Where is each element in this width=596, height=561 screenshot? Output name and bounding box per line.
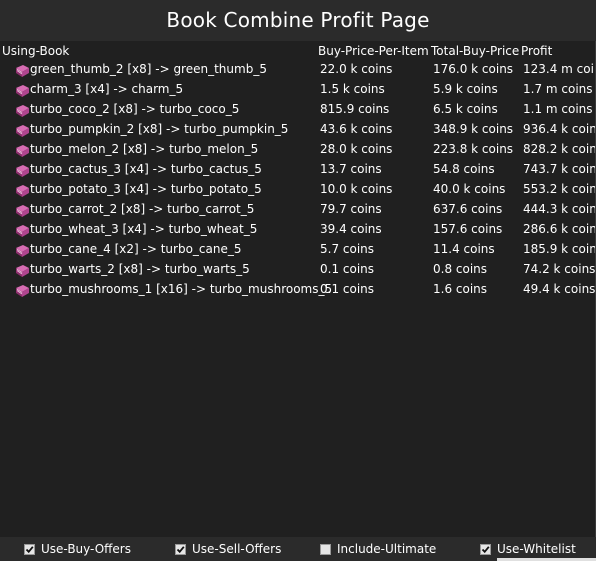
profit-cell: 49.4 k coins <box>523 282 596 296</box>
table-row[interactable]: turbo_cane_4 [x2] -> turbo_cane_5 5.7 coi… <box>0 240 596 260</box>
enchanted-book-icon <box>14 283 30 297</box>
enchanted-book-icon <box>14 123 30 137</box>
buy-price-cell: 1.5 k coins <box>320 82 385 96</box>
total-buy-price-cell: 1.6 coins <box>433 282 488 296</box>
use-sell-offers-label: Use-Sell-Offers <box>192 542 282 556</box>
profit-cell: 286.6 k coins <box>523 222 596 236</box>
enchanted-book-icon <box>14 83 30 97</box>
enchanted-book-icon <box>14 143 30 157</box>
table-row[interactable]: turbo_cactus_3 [x4] -> turbo_cactus_5 13.… <box>0 160 596 180</box>
profit-cell: 1.1 m coins <box>523 102 593 116</box>
total-buy-price-cell: 157.6 coins <box>433 222 503 236</box>
book-name-cell: turbo_cactus_3 [x4] -> turbo_cactus_5 <box>30 162 262 176</box>
enchanted-book-icon <box>14 223 30 237</box>
table-row[interactable]: charm_3 [x4] -> charm_5 1.5 k coins 5.9 k … <box>0 80 596 100</box>
enchanted-book-icon <box>14 163 30 177</box>
buy-price-cell: 0.1 coins <box>320 262 375 276</box>
table-row[interactable]: turbo_pumpkin_2 [x8] -> turbo_pumpkin_5 4… <box>0 120 596 140</box>
include-ultimate-checkbox[interactable] <box>320 543 331 555</box>
column-header-profit[interactable]: Profit <box>521 44 552 58</box>
profit-cell: 743.7 k coins <box>523 162 596 176</box>
total-buy-price-cell: 223.8 k coins <box>433 142 514 156</box>
buy-price-cell: 5.7 coins <box>320 242 375 256</box>
book-name-cell: turbo_pumpkin_2 [x8] -> turbo_pumpkin_5 <box>30 122 289 136</box>
buy-price-cell: 79.7 coins <box>320 202 382 216</box>
profit-cell: 444.3 k coins <box>523 202 596 216</box>
enchanted-book-icon <box>14 203 30 217</box>
book-name-cell: turbo_potato_3 [x4] -> turbo_potato_5 <box>30 182 262 196</box>
book-name-cell: turbo_cane_4 [x2] -> turbo_cane_5 <box>30 242 242 256</box>
book-name-cell: turbo_melon_2 [x8] -> turbo_melon_5 <box>30 142 259 156</box>
table-row[interactable]: turbo_potato_3 [x4] -> turbo_potato_5 10.… <box>0 180 596 200</box>
table-row[interactable]: turbo_melon_2 [x8] -> turbo_melon_5 28.0 … <box>0 140 596 160</box>
enchanted-book-icon <box>14 263 30 277</box>
table-row[interactable]: green_thumb_2 [x8] -> green_thumb_5 22.0 … <box>0 60 596 80</box>
use-whitelist-label: Use-Whitelist <box>497 542 576 556</box>
buy-price-cell: 43.6 k coins <box>320 122 393 136</box>
option-use-sell-offers[interactable]: Use-Sell-Offers <box>175 540 281 558</box>
buy-price-cell: 39.4 coins <box>320 222 382 236</box>
total-buy-price-cell: 40.0 k coins <box>433 182 506 196</box>
table-row[interactable]: turbo_carrot_2 [x8] -> turbo_carrot_5 79.… <box>0 200 596 220</box>
total-buy-price-cell: 348.9 k coins <box>433 122 514 136</box>
book-name-cell: turbo_mushrooms_1 [x16] -> turbo_mushroo… <box>30 282 333 296</box>
profit-cell: 936.4 k coins <box>523 122 596 136</box>
column-header-total-buy-price[interactable]: Total-Buy-Price <box>431 44 519 58</box>
profit-cell: 74.2 k coins <box>523 262 596 276</box>
page-title: Book Combine Profit Page <box>166 8 430 32</box>
total-buy-price-cell: 0.8 coins <box>433 262 488 276</box>
option-use-buy-offers[interactable]: Use-Buy-Offers <box>24 540 131 558</box>
total-buy-price-cell: 637.6 coins <box>433 202 503 216</box>
total-buy-price-cell: 176.0 k coins <box>433 62 514 76</box>
profit-table[interactable]: Using-Book Buy-Price-Per-Item Total-Buy-… <box>0 41 596 537</box>
use-buy-offers-label: Use-Buy-Offers <box>41 542 131 556</box>
option-include-ultimate[interactable]: Include-Ultimate <box>320 540 436 558</box>
use-whitelist-checkbox[interactable] <box>480 543 491 555</box>
total-buy-price-cell: 11.4 coins <box>433 242 495 256</box>
column-header-buy-price[interactable]: Buy-Price-Per-Item <box>318 44 429 58</box>
enchanted-book-icon <box>14 243 30 257</box>
buy-price-cell: 815.9 coins <box>320 102 390 116</box>
enchanted-book-icon <box>14 63 30 77</box>
table-row[interactable]: turbo_wheat_3 [x4] -> turbo_wheat_5 39.4 … <box>0 220 596 240</box>
use-buy-offers-checkbox[interactable] <box>24 543 35 555</box>
total-buy-price-cell: 6.5 k coins <box>433 102 498 116</box>
column-header-book[interactable]: Using-Book <box>2 44 69 58</box>
profit-cell: 553.2 k coins <box>523 182 596 196</box>
table-row[interactable]: turbo_mushrooms_1 [x16] -> turbo_mushroo… <box>0 280 596 300</box>
book-name-cell: turbo_wheat_3 [x4] -> turbo_wheat_5 <box>30 222 258 236</box>
total-buy-price-cell: 54.8 coins <box>433 162 495 176</box>
option-use-whitelist[interactable]: Use-Whitelist <box>480 540 576 558</box>
table-row[interactable]: turbo_warts_2 [x8] -> turbo_warts_5 0.1 c… <box>0 260 596 280</box>
buy-price-cell: 13.7 coins <box>320 162 382 176</box>
book-name-cell: charm_3 [x4] -> charm_5 <box>30 82 184 96</box>
book-name-cell: turbo_coco_2 [x8] -> turbo_coco_5 <box>30 102 240 116</box>
enchanted-book-icon <box>14 103 30 117</box>
use-sell-offers-checkbox[interactable] <box>175 543 186 555</box>
buy-price-cell: 22.0 k coins <box>320 62 393 76</box>
buy-price-cell: 0.1 coins <box>320 282 375 296</box>
table-row[interactable]: turbo_coco_2 [x8] -> turbo_coco_5 815.9 c… <box>0 100 596 120</box>
enchanted-book-icon <box>14 183 30 197</box>
book-name-cell: turbo_carrot_2 [x8] -> turbo_carrot_5 <box>30 202 255 216</box>
profit-cell: 1.7 m coins <box>523 82 593 96</box>
profit-cell: 123.4 m coins <box>523 62 596 76</box>
book-name-cell: green_thumb_2 [x8] -> green_thumb_5 <box>30 62 267 76</box>
total-buy-price-cell: 5.9 k coins <box>433 82 498 96</box>
profit-cell: 185.9 k coins <box>523 242 596 256</box>
profit-cell: 828.2 k coins <box>523 142 596 156</box>
book-name-cell: turbo_warts_2 [x8] -> turbo_warts_5 <box>30 262 250 276</box>
buy-price-cell: 28.0 k coins <box>320 142 393 156</box>
include-ultimate-label: Include-Ultimate <box>337 542 437 556</box>
buy-price-cell: 10.0 k coins <box>320 182 393 196</box>
